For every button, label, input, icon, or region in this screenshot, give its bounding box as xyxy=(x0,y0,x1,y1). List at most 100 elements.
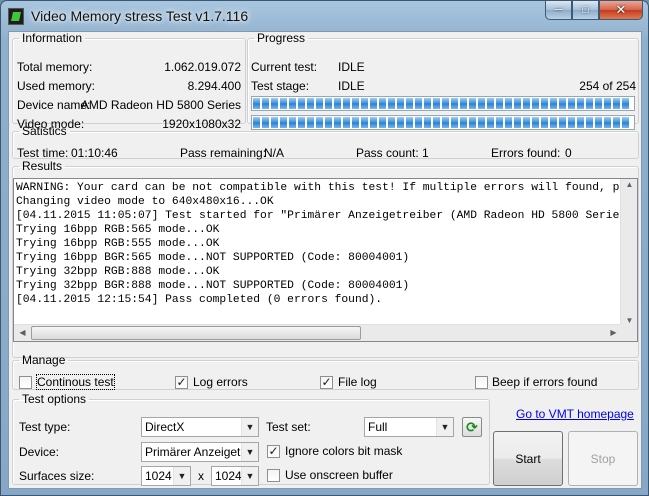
device-value: Primärer Anzeigetrei xyxy=(145,445,254,459)
caption-buttons: ─ □ ✕ xyxy=(545,1,643,21)
pass-count-label: Pass count: xyxy=(356,146,419,160)
client-area: Information Total memory: 1.062.019.072 … xyxy=(8,31,642,489)
ignore-colors-checkbox[interactable]: ✓ xyxy=(267,445,280,458)
progress-segment xyxy=(370,98,377,109)
log-line: WARNING: Your card can be not compatible… xyxy=(16,182,622,194)
progress-group: Progress Current test: IDLE Test stage: … xyxy=(247,32,639,130)
used-memory-label: Used memory: xyxy=(17,79,96,93)
progress-segment xyxy=(604,98,611,109)
current-test-label: Current test: xyxy=(251,60,318,74)
log-line: Trying 32bpp RGB:888 mode...OK xyxy=(16,266,220,278)
errors-found-label: Errors found: xyxy=(491,146,561,160)
progress-segment xyxy=(595,98,602,109)
log-line: Trying 32bpp BGR:888 mode...NOT SUPPORTE… xyxy=(16,280,410,292)
progress-segment xyxy=(451,98,458,109)
onscreen-buffer-label[interactable]: Use onscreen buffer xyxy=(285,468,393,482)
surface-height-select[interactable]: 1024 ▼ xyxy=(211,466,259,486)
scroll-up-arrow-icon[interactable]: ▲ xyxy=(621,180,638,189)
stage-counter: 254 of 254 xyxy=(579,79,636,93)
test-set-select[interactable]: Full ▼ xyxy=(364,417,454,437)
test-stage-label: Test stage: xyxy=(251,79,310,93)
progress-segment xyxy=(334,98,341,109)
progress-segment xyxy=(316,98,323,109)
scroll-left-arrow-icon[interactable]: ◀ xyxy=(14,328,31,337)
progress-segment xyxy=(379,98,386,109)
continuous-test-checkbox[interactable] xyxy=(19,376,32,389)
progress-segment xyxy=(352,98,359,109)
vmt-homepage-link[interactable]: Go to VMT homepage xyxy=(516,407,634,421)
progress-segment xyxy=(613,98,620,109)
beep-if-errors-checkbox[interactable] xyxy=(475,376,488,389)
progress-segment xyxy=(586,98,593,109)
progress-segment xyxy=(289,98,296,109)
log-errors-checkbox[interactable]: ✓ xyxy=(175,376,188,389)
ignore-colors-label[interactable]: Ignore colors bit mask xyxy=(285,444,402,458)
start-button[interactable]: Start xyxy=(493,431,563,486)
progress-segment xyxy=(343,98,350,109)
test-set-label: Test set: xyxy=(266,420,311,434)
minimize-button[interactable]: ─ xyxy=(545,1,572,20)
progress-segment xyxy=(415,98,422,109)
progress-segment xyxy=(442,98,449,109)
progress-segment xyxy=(253,98,260,109)
close-button[interactable]: ✕ xyxy=(599,1,643,20)
progress-segment xyxy=(487,98,494,109)
log-errors-label[interactable]: Log errors xyxy=(193,375,248,389)
progress-segment xyxy=(478,98,485,109)
current-test-value: IDLE xyxy=(338,60,365,74)
progress-segment xyxy=(388,98,395,109)
progress-segment xyxy=(361,98,368,109)
dropdown-arrow-icon[interactable]: ▼ xyxy=(241,418,258,436)
progress-segment xyxy=(541,98,548,109)
test-time-label: Test time: xyxy=(17,146,69,160)
results-legend: Results xyxy=(22,159,63,173)
refresh-icon[interactable]: ⟳ xyxy=(462,417,482,437)
file-log-label[interactable]: File log xyxy=(338,375,377,389)
progress-segment xyxy=(406,98,413,109)
device-select[interactable]: Primärer Anzeigetrei ▼ xyxy=(141,442,259,462)
horizontal-scroll-thumb[interactable] xyxy=(31,326,361,340)
test-stage-value: IDLE xyxy=(338,79,365,93)
device-name-value: AMD Radeon HD 5800 Series xyxy=(80,98,241,112)
device-label: Device: xyxy=(19,445,60,459)
test-type-value: DirectX xyxy=(145,420,185,434)
information-group: Information Total memory: 1.062.019.072 … xyxy=(12,32,246,131)
test-type-select[interactable]: DirectX ▼ xyxy=(141,417,259,437)
horizontal-scrollbar[interactable]: ◀ ▶ xyxy=(14,324,622,341)
progress-segment xyxy=(325,98,332,109)
progress-segment xyxy=(433,98,440,109)
progress-segment xyxy=(397,98,404,109)
progress-segment xyxy=(496,98,503,109)
test-type-label: Test type: xyxy=(19,420,71,434)
maximize-button[interactable]: □ xyxy=(572,1,599,20)
file-log-checkbox[interactable]: ✓ xyxy=(320,376,333,389)
onscreen-buffer-checkbox[interactable] xyxy=(267,469,280,482)
continuous-test-label[interactable]: Continous test xyxy=(36,374,115,390)
progress-segment xyxy=(262,98,269,109)
pass-remaining-label: Pass remaining: xyxy=(180,146,267,160)
progress-segment xyxy=(424,98,431,109)
test-time-value: 01:10:46 xyxy=(71,146,118,160)
results-text-area[interactable]: WARNING: Your card can be not compatible… xyxy=(14,179,622,326)
test-options-group: Test options Test type: DirectX ▼ Test s… xyxy=(12,392,490,486)
app-window: Video Memory stress Test v1.7.116 ─ □ ✕ … xyxy=(0,0,649,496)
pass-remaining-value: N/A xyxy=(264,146,285,160)
dropdown-arrow-icon[interactable]: ▼ xyxy=(241,467,258,485)
vertical-scrollbar[interactable]: ▲ ▼ xyxy=(620,179,637,326)
test-set-value: Full xyxy=(368,420,388,434)
surface-width-value: 1024 xyxy=(145,469,172,483)
stop-button[interactable]: Stop xyxy=(568,431,638,486)
title-bar[interactable]: Video Memory stress Test v1.7.116 ─ □ ✕ xyxy=(1,1,648,31)
dropdown-arrow-icon[interactable]: ▼ xyxy=(241,443,258,461)
log-line: Trying 16bpp RGB:555 mode...OK xyxy=(16,238,220,250)
progress-segment xyxy=(622,98,629,109)
window-title: Video Memory stress Test v1.7.116 xyxy=(31,8,249,24)
dropdown-arrow-icon[interactable]: ▼ xyxy=(436,418,453,436)
dropdown-arrow-icon[interactable]: ▼ xyxy=(173,467,190,485)
beep-if-errors-label[interactable]: Beep if errors found xyxy=(492,375,597,389)
results-log[interactable]: WARNING: Your card can be not compatible… xyxy=(13,178,638,342)
log-line: [04.11.2015 12:15:54] Pass completed (0 … xyxy=(16,294,383,306)
total-memory-label: Total memory: xyxy=(17,60,93,74)
test-options-legend: Test options xyxy=(22,392,87,406)
surface-width-select[interactable]: 1024 ▼ xyxy=(141,466,191,486)
